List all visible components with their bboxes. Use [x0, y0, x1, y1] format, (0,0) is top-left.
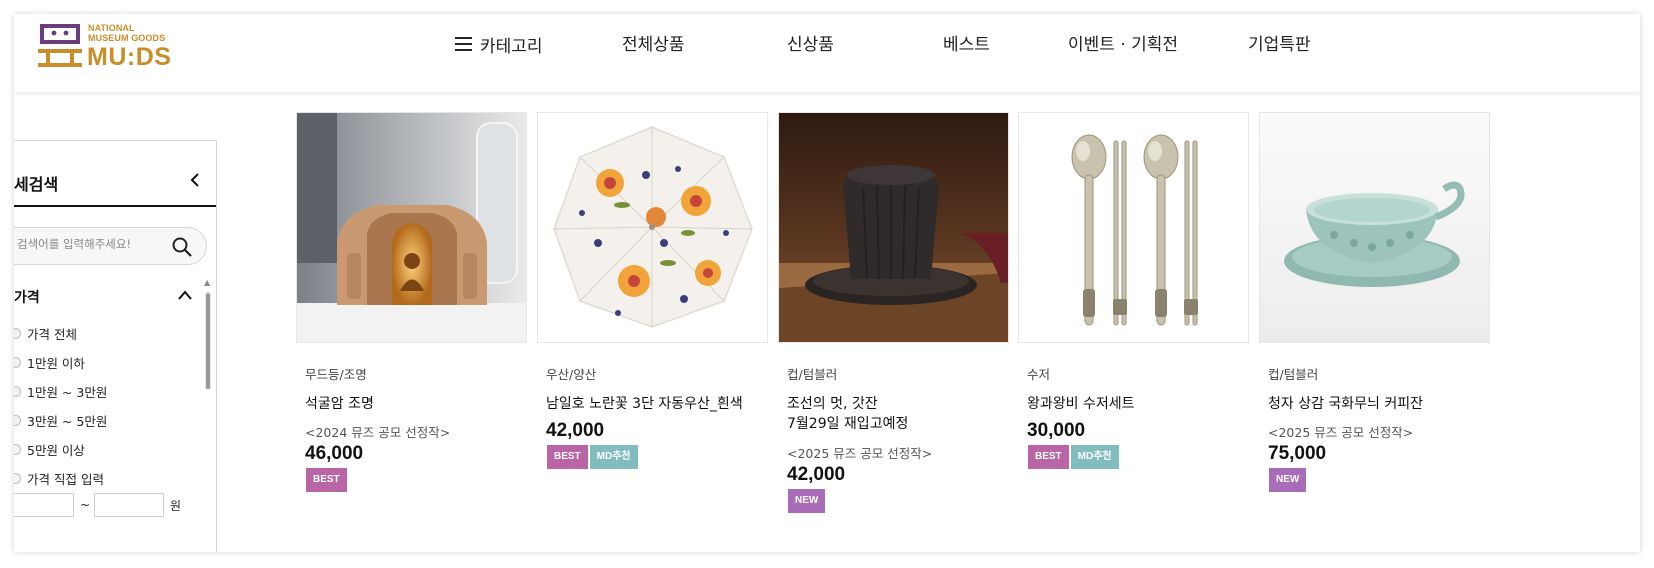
product-name-line2: 7월29일 재입고예정 — [787, 416, 909, 432]
product-badges: NEW — [788, 489, 826, 513]
radio-button[interactable] — [14, 328, 21, 339]
best-badge: BEST — [547, 445, 588, 469]
product-category: 무드등/조명 — [305, 367, 367, 382]
scroll-up-arrow-icon[interactable]: ▲ — [204, 278, 210, 287]
logo-text-museum-goods: MUSEUM GOODS — [88, 33, 166, 43]
site-logo[interactable]: NATIONAL MUSEUM GOODS MU:DS — [38, 20, 178, 80]
seokguram-lamp-image — [297, 113, 526, 342]
radio-button[interactable] — [14, 357, 21, 368]
price-option-label: 1만원 이하 — [27, 356, 85, 371]
product-name-line1: 조선의 멋, 갓잔 — [787, 396, 878, 412]
radio-button[interactable] — [14, 444, 21, 455]
price-option-10k-30k[interactable]: 1만원 ~ 3만원 — [14, 382, 107, 401]
product-badges: BEST MD추천 — [547, 445, 638, 469]
product-image[interactable] — [296, 112, 527, 343]
product-badges: BEST — [306, 468, 347, 492]
product-category: 컵/텀블러 — [1268, 367, 1319, 382]
best-badge: BEST — [1028, 445, 1069, 469]
best-badge: BEST — [306, 468, 347, 492]
product-note: <2025 뮤즈 공모 선정작> — [1268, 425, 1414, 440]
new-badge: NEW — [788, 489, 826, 513]
product-note: <2025 뮤즈 공모 선정작> — [787, 446, 933, 461]
price-option-label: 가격 전체 — [27, 327, 77, 342]
product-image[interactable] — [1259, 112, 1490, 343]
product-price: 42,000 — [546, 420, 605, 441]
product-card[interactable]: 컵/텀블러 청자 상감 국화무늬 커피잔 <2025 뮤즈 공모 선정작> 75… — [1259, 112, 1490, 542]
celadon-coffee-cup-image — [1260, 113, 1489, 342]
hamburger-menu-icon — [455, 37, 472, 51]
product-name[interactable]: 청자 상감 국화무늬 커피잔 — [1268, 394, 1423, 414]
logo-wordmark: MU:DS — [87, 43, 172, 71]
nav-all-products[interactable]: 전체상품 — [622, 30, 685, 58]
logo-text-national: NATIONAL — [88, 23, 135, 33]
product-card[interactable]: 수저 왕과왕비 수저세트 30,000 BEST MD추천 — [1018, 112, 1249, 542]
price-option-all[interactable]: 가격 전체 — [14, 324, 77, 343]
product-price: 46,000 — [305, 443, 364, 464]
spoon-chopsticks-set-image — [1019, 113, 1248, 342]
price-option-30k-50k[interactable]: 3만원 ~ 5만원 — [14, 411, 107, 430]
sidebar-search-input[interactable] — [17, 237, 157, 251]
product-price: 42,000 — [787, 464, 846, 485]
sidebar-title: 세검색 — [14, 175, 59, 194]
product-image[interactable] — [537, 112, 768, 343]
max-price-input[interactable] — [94, 493, 164, 517]
nav-new-products[interactable]: 신상품 — [787, 30, 834, 58]
floral-umbrella-image — [538, 113, 767, 342]
range-separator: ~ — [80, 498, 91, 512]
product-name[interactable]: 남일호 노란꽃 3단 자동우산_흰색 — [546, 394, 743, 414]
product-category: 컵/텀블러 — [787, 367, 838, 382]
product-image[interactable] — [778, 112, 1009, 343]
min-price-input[interactable] — [14, 493, 74, 517]
nav-category[interactable]: 카테고리 — [455, 30, 543, 58]
product-price: 75,000 — [1268, 443, 1327, 464]
md-pick-badge: MD추천 — [589, 445, 638, 469]
product-badges: BEST MD추천 — [1028, 445, 1119, 469]
currency-unit: 원 — [170, 498, 182, 513]
price-option-label: 가격 직접 입력 — [27, 472, 104, 487]
product-badges: NEW — [1269, 468, 1307, 492]
detail-search-sidebar: 세검색 가격 ▲ 가격 전체 1만원 이하 — [14, 140, 217, 552]
nav-corporate[interactable]: 기업특판 — [1248, 30, 1311, 58]
product-name[interactable]: 왕과왕비 수저세트 — [1027, 394, 1135, 414]
gat-cup-image — [779, 113, 1008, 342]
search-icon[interactable] — [171, 236, 193, 258]
product-name[interactable]: 석굴암 조명 — [305, 394, 374, 414]
product-card[interactable]: 무드등/조명 석굴암 조명 <2024 뮤즈 공모 선정작> 46,000 BE… — [296, 112, 527, 542]
product-category: 수저 — [1027, 367, 1051, 382]
nav-best[interactable]: 베스트 — [943, 30, 990, 58]
nav-category-label: 카테고리 — [480, 36, 543, 57]
price-option-under-10k[interactable]: 1만원 이하 — [14, 353, 85, 372]
sidebar-title-divider — [14, 205, 216, 207]
price-filter-title: 가격 — [14, 290, 40, 306]
new-badge: NEW — [1269, 468, 1307, 492]
product-card[interactable]: 우산/양산 남일호 노란꽃 3단 자동우산_흰색 42,000 BEST MD추… — [537, 112, 768, 542]
radio-button[interactable] — [14, 386, 21, 397]
logo-mark-icon — [38, 24, 82, 67]
product-name[interactable]: 조선의 멋, 갓잔 7월29일 재입고예정 — [787, 394, 908, 434]
custom-price-range: ~ 원 — [14, 493, 181, 517]
radio-button[interactable] — [14, 473, 21, 484]
md-pick-badge: MD추천 — [1070, 445, 1119, 469]
price-option-label: 3만원 ~ 5만원 — [27, 414, 108, 429]
chevron-up-icon[interactable] — [177, 289, 193, 301]
page-frame: NATIONAL MUSEUM GOODS MU:DS 카테고리 전체상품 신상… — [14, 14, 1640, 552]
product-image[interactable] — [1018, 112, 1249, 343]
radio-button[interactable] — [14, 415, 21, 426]
price-option-label: 5만원 이상 — [27, 443, 85, 458]
sidebar-search-box — [14, 227, 207, 265]
nav-events[interactable]: 이벤트 · 기획전 — [1068, 30, 1178, 58]
product-category: 우산/양산 — [546, 367, 597, 382]
product-note: <2024 뮤즈 공모 선정작> — [305, 425, 451, 440]
scrollbar-thumb[interactable] — [205, 292, 211, 390]
sidebar-scrollbar[interactable]: ▲ — [203, 278, 213, 552]
price-option-custom[interactable]: 가격 직접 입력 — [14, 469, 104, 488]
price-option-label: 1만원 ~ 3만원 — [27, 385, 108, 400]
price-option-over-50k[interactable]: 5만원 이상 — [14, 440, 85, 459]
product-card[interactable]: 컵/텀블러 조선의 멋, 갓잔 7월29일 재입고예정 <2025 뮤즈 공모 … — [778, 112, 1009, 542]
site-header: NATIONAL MUSEUM GOODS MU:DS 카테고리 전체상품 신상… — [14, 14, 1640, 92]
collapse-sidebar-chevron-left-icon[interactable] — [188, 171, 202, 192]
product-price: 30,000 — [1027, 420, 1086, 441]
